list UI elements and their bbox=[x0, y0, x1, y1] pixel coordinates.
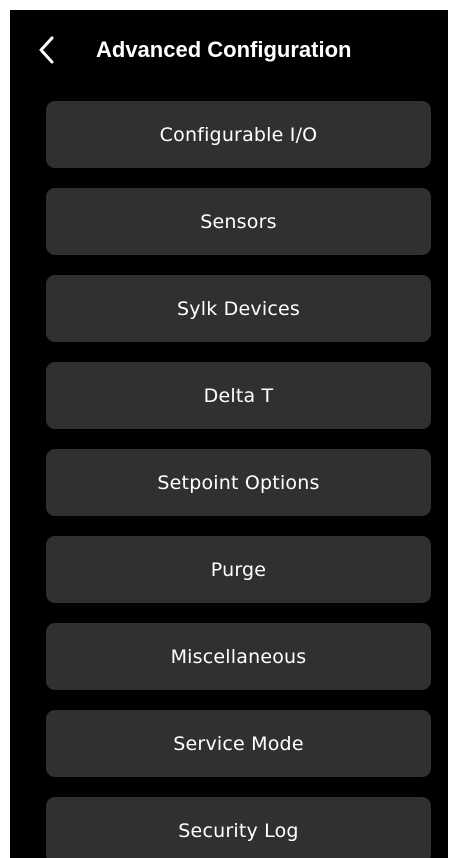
menu-item-label: Sensors bbox=[200, 210, 277, 233]
security-log-button[interactable]: Security Log bbox=[46, 797, 431, 858]
purge-button[interactable]: Purge bbox=[46, 536, 431, 603]
configuration-menu: Configurable I/O Sensors Sylk Devices De… bbox=[46, 101, 431, 858]
back-button[interactable] bbox=[28, 30, 64, 70]
delta-t-button[interactable]: Delta T bbox=[46, 362, 431, 429]
sylk-devices-button[interactable]: Sylk Devices bbox=[46, 275, 431, 342]
menu-item-label: Purge bbox=[210, 558, 267, 581]
menu-item-label: Miscellaneous bbox=[170, 645, 307, 668]
service-mode-button[interactable]: Service Mode bbox=[46, 710, 431, 777]
menu-item-label: Sylk Devices bbox=[177, 297, 300, 320]
menu-item-label: Delta T bbox=[203, 384, 274, 407]
menu-item-label: Setpoint Options bbox=[157, 471, 320, 494]
page-title: Advanced Configuration bbox=[96, 37, 352, 62]
menu-item-label: Security Log bbox=[178, 819, 299, 842]
sensors-button[interactable]: Sensors bbox=[46, 188, 431, 255]
chevron-left-icon bbox=[39, 36, 54, 64]
miscellaneous-button[interactable]: Miscellaneous bbox=[46, 623, 431, 690]
menu-item-label: Configurable I/O bbox=[159, 123, 318, 146]
advanced-configuration-screen: Advanced Configuration Configurable I/O … bbox=[10, 10, 448, 858]
setpoint-options-button[interactable]: Setpoint Options bbox=[46, 449, 431, 516]
header-bar: Advanced Configuration bbox=[10, 10, 448, 90]
configurable-io-button[interactable]: Configurable I/O bbox=[46, 101, 431, 168]
menu-item-label: Service Mode bbox=[173, 732, 304, 755]
